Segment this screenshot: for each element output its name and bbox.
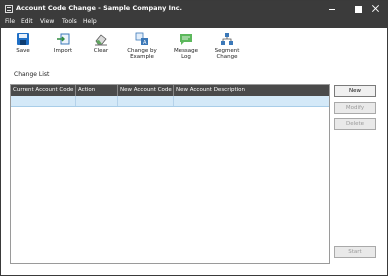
table-cell[interactable] xyxy=(11,96,76,106)
column-header-new-account-description[interactable]: New Account Description xyxy=(174,85,329,96)
toolbar: Save Import Clear A Change by Example Me… xyxy=(1,28,387,68)
save-label: Save xyxy=(16,48,30,54)
segment-change-label-2: Change xyxy=(216,54,238,60)
segment-change-button[interactable]: Segment Change xyxy=(211,32,243,60)
new-button[interactable]: New xyxy=(334,85,376,97)
window-title: Account Code Change - Sample Company Inc… xyxy=(16,4,183,12)
title-bar: Account Code Change - Sample Company Inc… xyxy=(1,1,387,17)
change-by-example-button[interactable]: A Change by Example xyxy=(123,32,161,60)
save-icon xyxy=(17,33,29,45)
table-row[interactable] xyxy=(11,96,329,107)
import-icon xyxy=(57,33,70,45)
import-label: Import xyxy=(53,48,73,54)
change-by-example-label-2: Example xyxy=(130,54,154,60)
column-header-current-account-code[interactable]: Current Account Code xyxy=(11,85,76,96)
menu-edit[interactable]: Edit xyxy=(21,18,33,25)
message-log-icon xyxy=(180,34,192,45)
change-by-example-icon: A xyxy=(135,32,148,46)
clear-label: Clear xyxy=(93,48,109,54)
close-button[interactable] xyxy=(368,1,384,17)
table-cell[interactable] xyxy=(76,96,118,106)
save-button[interactable]: Save xyxy=(14,32,32,54)
modify-button[interactable]: Modify xyxy=(334,102,376,114)
app-icon xyxy=(5,5,13,13)
column-header-action[interactable]: Action xyxy=(76,85,118,96)
svg-text:A: A xyxy=(143,40,147,46)
menu-tools[interactable]: Tools xyxy=(62,18,77,25)
message-log-label-2: Log xyxy=(181,54,191,60)
delete-button[interactable]: Delete xyxy=(334,118,376,130)
message-log-button[interactable]: Message Log xyxy=(171,32,201,60)
main-window: Account Code Change - Sample Company Inc… xyxy=(0,0,388,276)
table-cell[interactable] xyxy=(174,96,329,106)
change-list-grid[interactable]: Current Account Code Action New Account … xyxy=(10,84,330,264)
segment-change-icon xyxy=(221,33,233,45)
table-cell[interactable] xyxy=(118,96,174,106)
clear-button[interactable]: Clear xyxy=(91,32,111,54)
eraser-icon xyxy=(95,34,107,46)
change-list-label: Change List xyxy=(14,71,50,78)
import-button[interactable]: Import xyxy=(52,32,74,54)
column-header-new-account-code[interactable]: New Account Code xyxy=(118,85,174,96)
grid-header: Current Account Code Action New Account … xyxy=(11,85,329,96)
maximize-button[interactable] xyxy=(350,1,366,17)
menu-view[interactable]: View xyxy=(40,18,54,25)
menu-bar: File Edit View Tools Help xyxy=(1,17,387,28)
menu-help[interactable]: Help xyxy=(83,18,97,25)
menu-file[interactable]: File xyxy=(5,18,15,25)
minimize-button[interactable] xyxy=(324,1,340,17)
start-button[interactable]: Start xyxy=(334,246,376,258)
